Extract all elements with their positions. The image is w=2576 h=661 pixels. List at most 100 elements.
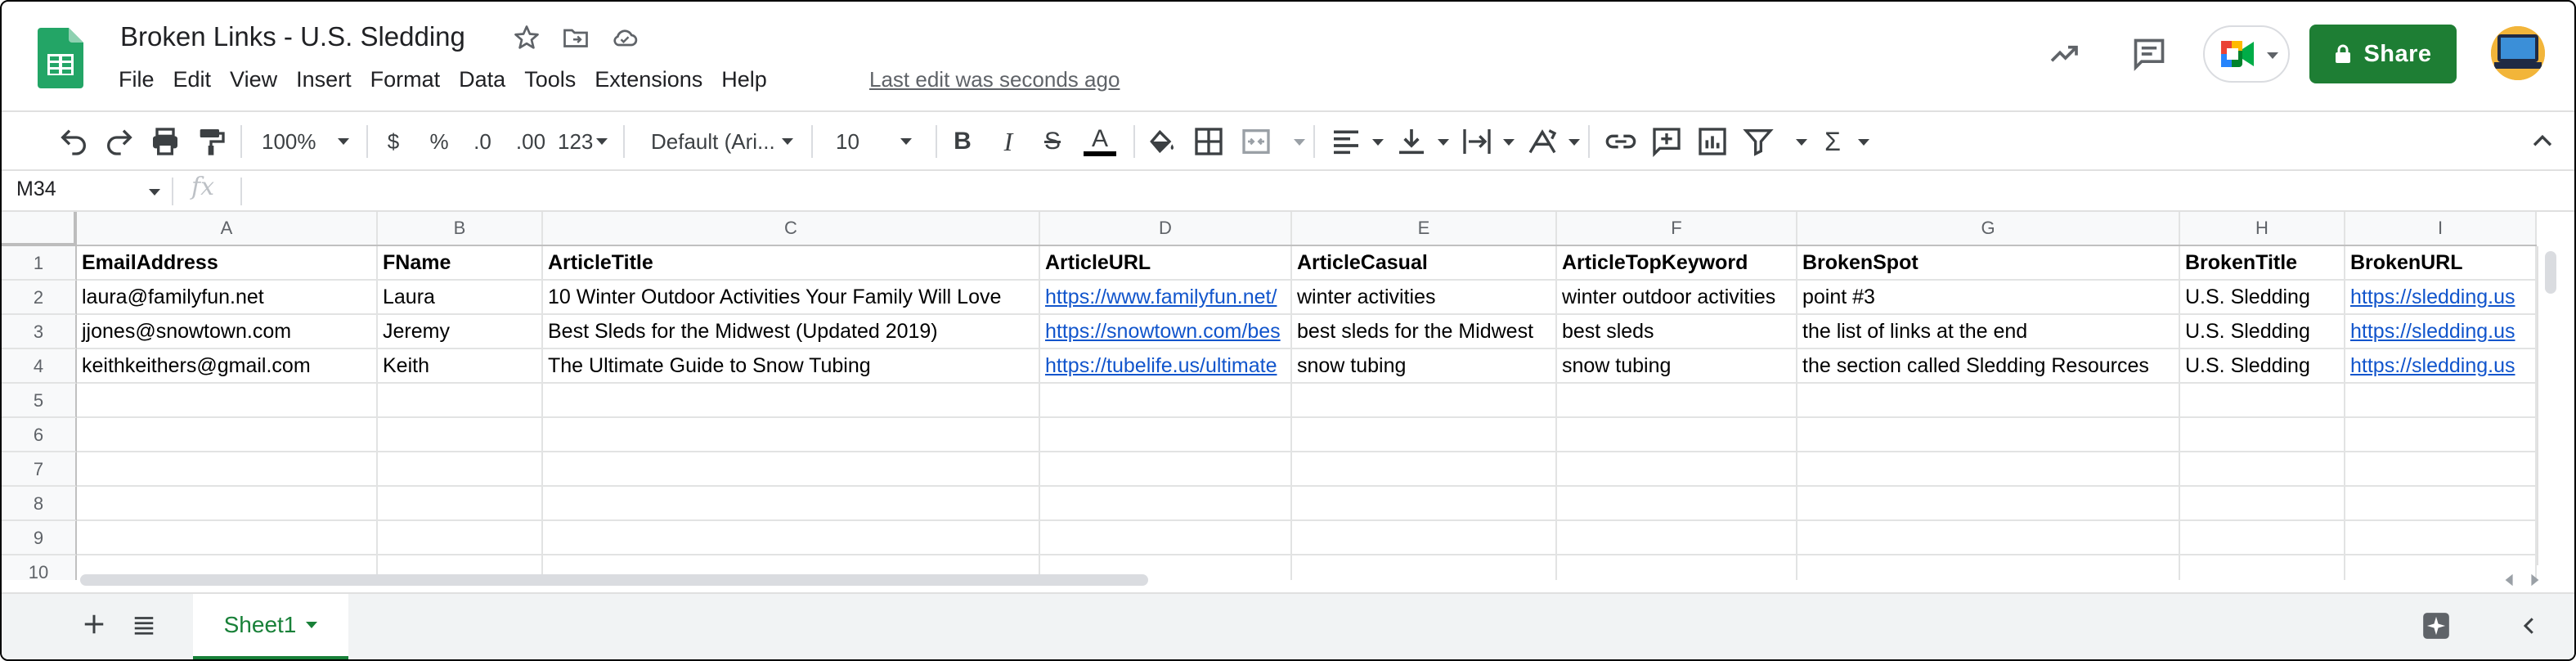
- cell-f5[interactable]: [1557, 384, 1797, 418]
- italic-button[interactable]: I: [994, 125, 1022, 158]
- collapse-icon[interactable]: [2529, 125, 2556, 158]
- fill-color-icon[interactable]: [1145, 125, 1178, 158]
- sheet-tab-sheet1[interactable]: Sheet1: [193, 594, 348, 659]
- cell-i8[interactable]: [2345, 487, 2537, 521]
- cell-c6[interactable]: [543, 418, 1040, 452]
- trend-icon[interactable]: [2046, 38, 2082, 70]
- cell-h4[interactable]: U.S. Sledding: [2180, 349, 2345, 384]
- row-header-4[interactable]: 4: [2, 349, 77, 384]
- all-sheets-icon[interactable]: [131, 612, 157, 636]
- cell-d5[interactable]: [1040, 384, 1292, 418]
- cell-c8[interactable]: [543, 487, 1040, 521]
- font-family-select[interactable]: Default (Ari...: [651, 125, 797, 158]
- share-button[interactable]: Share: [2309, 25, 2457, 83]
- cell-i1[interactable]: BrokenURL: [2345, 246, 2537, 281]
- filter-icon[interactable]: [1742, 125, 1775, 158]
- comment-icon[interactable]: [2131, 36, 2167, 72]
- cell-d6[interactable]: [1040, 418, 1292, 452]
- cell-e5[interactable]: [1292, 384, 1557, 418]
- cell-e3[interactable]: best sleds for the Midwest: [1292, 315, 1557, 349]
- spreadsheet-grid[interactable]: A B C D E F G H I 1 EmailAddress FName ArticleTitle A…: [2, 212, 2574, 580]
- cell-f9[interactable]: [1557, 521, 1797, 555]
- column-header-e[interactable]: E: [1292, 212, 1557, 245]
- font-size-select[interactable]: 10: [836, 125, 919, 158]
- cell-c7[interactable]: [543, 452, 1040, 487]
- cell-b7[interactable]: [378, 452, 543, 487]
- merge-icon[interactable]: [1240, 125, 1272, 158]
- cell-e2[interactable]: winter activities: [1292, 281, 1557, 315]
- cell-h8[interactable]: [2180, 487, 2345, 521]
- cell-e8[interactable]: [1292, 487, 1557, 521]
- currency-format-button[interactable]: $: [379, 125, 407, 158]
- column-header-g[interactable]: G: [1797, 212, 2180, 245]
- cell-b8[interactable]: [378, 487, 543, 521]
- cell-a3[interactable]: jjones@snowtown.com: [77, 315, 378, 349]
- cell-h2[interactable]: U.S. Sledding: [2180, 281, 2345, 315]
- comment-add-icon[interactable]: [1650, 125, 1683, 158]
- cell-e9[interactable]: [1292, 521, 1557, 555]
- rotate-icon[interactable]: [1526, 125, 1559, 158]
- cell-h5[interactable]: [2180, 384, 2345, 418]
- row-header-7[interactable]: 7: [2, 452, 77, 487]
- horizontal-scrollbar[interactable]: [77, 569, 2563, 592]
- cell-c9[interactable]: [543, 521, 1040, 555]
- chevron-down-icon[interactable]: [1858, 139, 1869, 146]
- align-icon[interactable]: [1330, 125, 1362, 158]
- number-format-select[interactable]: 123: [558, 125, 612, 158]
- cell-c5[interactable]: [543, 384, 1040, 418]
- cell-d7[interactable]: [1040, 452, 1292, 487]
- cell-e1[interactable]: ArticleCasual: [1292, 246, 1557, 281]
- cell-b6[interactable]: [378, 418, 543, 452]
- column-header-c[interactable]: C: [543, 212, 1040, 245]
- cell-h7[interactable]: [2180, 452, 2345, 487]
- cell-g7[interactable]: [1797, 452, 2180, 487]
- cell-a9[interactable]: [77, 521, 378, 555]
- cell-g1[interactable]: BrokenSpot: [1797, 246, 2180, 281]
- menu-insert[interactable]: Insert: [296, 67, 361, 92]
- chevron-down-icon[interactable]: [1503, 139, 1515, 146]
- cell-f6[interactable]: [1557, 418, 1797, 452]
- chevron-down-icon[interactable]: [306, 622, 318, 628]
- cell-i5[interactable]: [2345, 384, 2537, 418]
- cell-b1[interactable]: FName: [378, 246, 543, 281]
- cell-a1[interactable]: EmailAddress: [77, 246, 378, 281]
- row-header-9[interactable]: 9: [2, 521, 77, 555]
- cell-i9[interactable]: [2345, 521, 2537, 555]
- increase-decimal-button[interactable]: .00: [510, 125, 551, 158]
- cell-f4[interactable]: snow tubing: [1557, 349, 1797, 384]
- chevron-down-icon[interactable]: [1372, 139, 1384, 146]
- cell-b2[interactable]: Laura: [378, 281, 543, 315]
- decrease-decimal-button[interactable]: .0: [466, 125, 499, 158]
- menu-file[interactable]: File: [119, 67, 164, 92]
- row-header-10[interactable]: 10: [2, 555, 77, 580]
- cell-f8[interactable]: [1557, 487, 1797, 521]
- zoom-select[interactable]: 100%: [262, 125, 352, 158]
- name-box[interactable]: M34: [16, 178, 56, 201]
- print-icon[interactable]: [149, 125, 182, 158]
- meet-button[interactable]: [2203, 25, 2290, 83]
- cell-d8[interactable]: [1040, 487, 1292, 521]
- chevron-down-icon[interactable]: [1796, 139, 1807, 146]
- cell-c3[interactable]: Best Sleds for the Midwest (Updated 2019…: [543, 315, 1040, 349]
- cell-g8[interactable]: [1797, 487, 2180, 521]
- cell-g5[interactable]: [1797, 384, 2180, 418]
- cell-a7[interactable]: [77, 452, 378, 487]
- cell-g4[interactable]: the section called Sledding Resources: [1797, 349, 2180, 384]
- cell-h1[interactable]: BrokenTitle: [2180, 246, 2345, 281]
- row-header-6[interactable]: 6: [2, 418, 77, 452]
- cell-a5[interactable]: [77, 384, 378, 418]
- cell-h6[interactable]: [2180, 418, 2345, 452]
- redo-icon[interactable]: [103, 125, 136, 158]
- chevron-down-icon[interactable]: [1568, 139, 1580, 146]
- add-sheet-icon[interactable]: [82, 612, 106, 636]
- chevron-down-icon[interactable]: [1294, 139, 1305, 146]
- menu-tools[interactable]: Tools: [524, 67, 586, 92]
- cell-h9[interactable]: [2180, 521, 2345, 555]
- cell-f1[interactable]: ArticleTopKeyword: [1557, 246, 1797, 281]
- bold-button[interactable]: B: [949, 125, 976, 158]
- column-header-b[interactable]: B: [378, 212, 543, 245]
- last-edit-link[interactable]: Last edit was seconds ago: [869, 67, 1120, 92]
- functions-button[interactable]: Σ: [1819, 125, 1847, 158]
- menu-edit[interactable]: Edit: [173, 67, 222, 92]
- menu-help[interactable]: Help: [721, 67, 777, 92]
